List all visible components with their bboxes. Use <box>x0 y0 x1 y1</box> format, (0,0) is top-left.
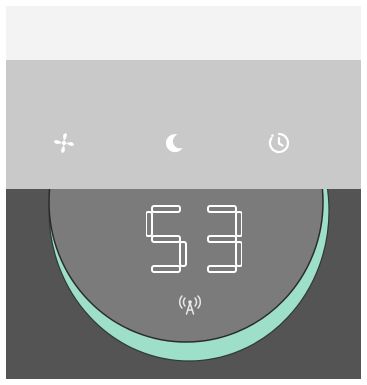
wireless-signal-icon <box>178 295 202 315</box>
timer-button[interactable] <box>264 128 294 158</box>
fan-icon <box>54 133 74 153</box>
seven-segment-display <box>146 205 242 273</box>
digit-segment <box>235 211 242 237</box>
sleep-button[interactable] <box>159 128 189 158</box>
display-digit <box>207 205 242 273</box>
digit-segment <box>151 205 181 213</box>
moon-icon <box>165 134 183 153</box>
fan-button[interactable] <box>49 128 79 158</box>
control-bar <box>6 60 361 189</box>
timer-icon <box>268 132 290 154</box>
digit-segment <box>151 265 181 273</box>
digit-segment <box>151 235 181 243</box>
digit-segment <box>235 241 242 267</box>
device-frame: 53 <box>6 6 361 379</box>
digit-segment <box>207 205 237 213</box>
digit-segment <box>207 265 237 273</box>
digit-segment <box>146 211 153 237</box>
digit-segment <box>207 235 237 243</box>
display-digit <box>146 205 187 273</box>
digit-segment <box>179 241 187 267</box>
